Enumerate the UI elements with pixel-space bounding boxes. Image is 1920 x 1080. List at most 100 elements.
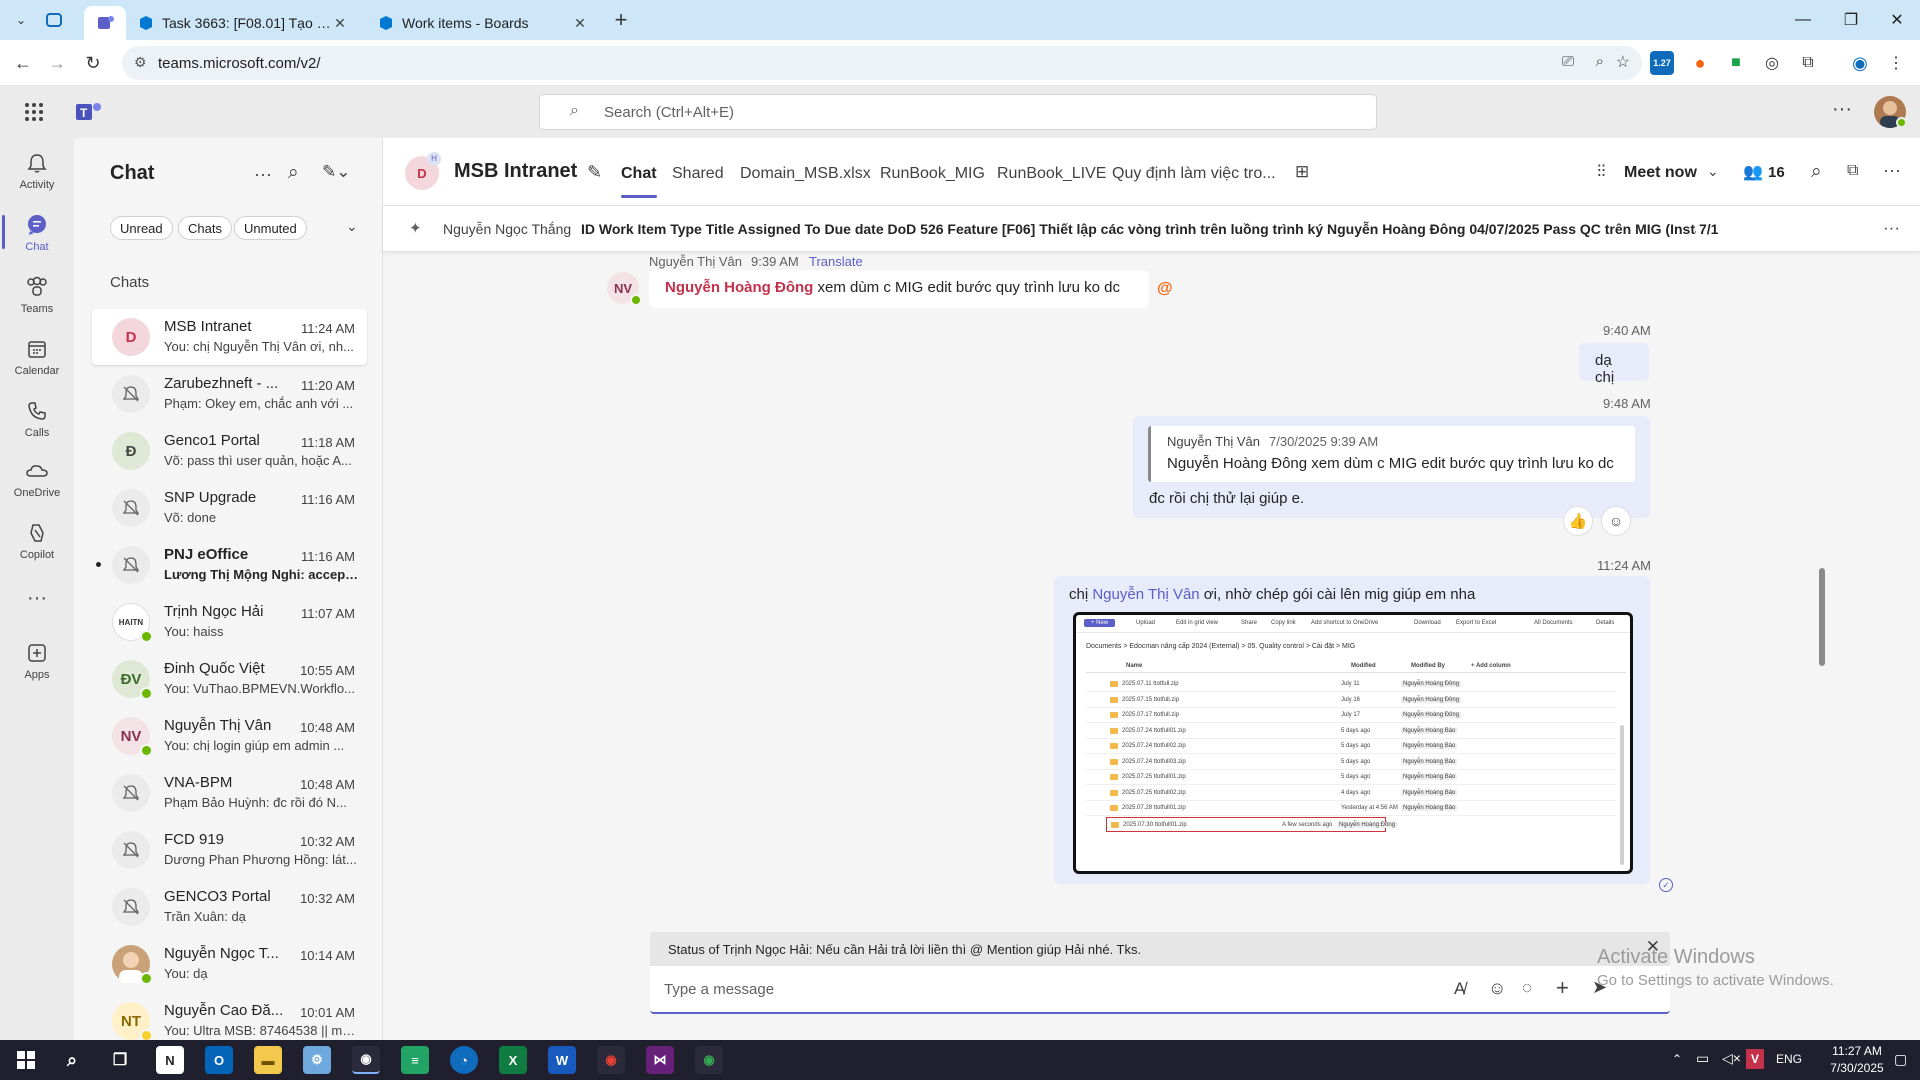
outlook-icon[interactable]: O [205,1046,233,1074]
task-view-icon[interactable]: ❐ [106,1046,134,1074]
chrome-icon[interactable]: ◉ [352,1046,380,1074]
zoom-icon[interactable]: ⌕ [1596,53,1604,70]
tab-chat[interactable]: Chat [621,165,657,198]
chat-list-item[interactable]: FCD 919 10:32 AM Dương Phan Phương Hồng: l… [92,822,367,878]
filter-chats[interactable]: Chats [178,216,232,240]
pinned-more-icon[interactable]: ··· [1883,218,1900,238]
clock-date[interactable]: 7/30/2025 [1822,1061,1892,1075]
tab-domain-msb[interactable]: Domain_MSB.xlsx [740,165,871,183]
pinned-message-bar[interactable]: ✦ Nguyễn Ngọc Thắng ID Work Item Type Ti… [383,206,1920,252]
install-app-icon[interactable]: ⎚ [1562,53,1574,70]
mention[interactable]: Nguyễn Thị Vân [1092,586,1199,603]
notepad-green-icon[interactable]: ≡ [401,1046,429,1074]
chat-list-item[interactable]: NV Nguyễn Thị Vân 10:48 AM You: chị login g… [92,708,367,764]
format-icon[interactable]: A̸ [1454,979,1465,999]
chat-list-item[interactable]: ĐV Đinh Quốc Việt 10:55 AM You: VuThao.BPME… [92,651,367,707]
windows-start-icon[interactable] [12,1046,40,1074]
header-more-icon[interactable]: ··· [1883,160,1901,181]
participants-icon[interactable]: 👥 [1743,162,1763,182]
rail-calendar[interactable]: Calendar [0,327,74,385]
rail-activity[interactable]: Activity [0,141,74,199]
attach-plus-icon[interactable]: + [1556,975,1569,1001]
tab-work-items[interactable]: Work items - Boards ✕ [368,6,598,40]
meet-waveform-icon[interactable]: ⫶⫶ [1597,162,1606,182]
back-arrow-icon[interactable]: ← [8,48,38,78]
clock-time[interactable]: 11:27 AM [1822,1044,1892,1058]
message-bubble[interactable]: Nguyễn Hoàng Đông xem dùm c MIG edit bướ… [649,270,1149,308]
browser-menu-icon[interactable]: ⋮ [1884,51,1908,75]
volume-icon[interactable]: ◁× [1722,1050,1741,1067]
message-bubble[interactable]: dạ chị [1579,343,1649,386]
new-tab-plus-icon[interactable]: + [606,5,636,35]
rail-onedrive[interactable]: OneDrive [0,449,74,507]
chat-list-item[interactable]: SNP Upgrade 11:16 AM Võ: done [92,480,367,536]
add-tab-icon[interactable]: ⊞ [1295,162,1309,182]
message-bubble[interactable]: Nguyễn Thị Vân 7/30/2025 9:39 AM Nguyễn … [1133,416,1650,518]
tab-shared[interactable]: Shared [672,165,724,183]
chat-list-item[interactable]: D MSB Intranet 11:24 AM You: chị Nguyễn Thị… [92,309,367,365]
mention[interactable]: Nguyễn Hoàng Đông [665,279,813,296]
quoted-message[interactable]: Nguyễn Thị Vân 7/30/2025 9:39 AM Nguyễn … [1148,426,1635,482]
filter-chevron-down-icon[interactable]: ⌄ [346,218,358,235]
chat-list-item[interactable]: HAITN Trịnh Ngọc Hải 11:07 AM You: haiss [92,594,367,650]
tab-task-3663[interactable]: Task 3663: [F08.01] Tạo danh sá ✕ [128,6,358,40]
conversation-search-icon[interactable]: ⌕ [1811,161,1822,183]
chat-more-icon[interactable]: ··· [254,164,272,185]
bookmark-star-icon[interactable]: ☆ [1616,52,1630,72]
add-reaction-icon[interactable]: ☺ [1601,506,1631,536]
tab-quy-dinh[interactable]: Quy định làm việc tro... [1112,165,1276,183]
tab-list-chevron-icon[interactable]: ⌄ [6,5,36,35]
message-bubble[interactable]: chị Nguyễn Thị Vân ơi, nhờ chép gói cài … [1054,576,1650,884]
reload-icon[interactable]: ↻ [78,48,108,78]
chrome-profile-icon[interactable]: ◉ [597,1046,625,1074]
restore-icon[interactable]: ❐ [1828,0,1874,40]
search-icon[interactable]: ⌕ [58,1046,86,1074]
chat-app-icon[interactable]: ◔ [450,1046,478,1074]
reaction-thumbs-up[interactable]: 👍 [1563,506,1593,536]
extension-badge-icon[interactable]: 1.27 [1650,51,1674,75]
chat-list-item[interactable]: PNJ eOffice 11:16 AM Lương Thị Mộng Nghi: … [92,537,367,593]
rail-teams[interactable]: Teams [0,265,74,323]
chrome-alt-icon[interactable]: ◉ [695,1046,723,1074]
word-icon[interactable]: W [548,1046,576,1074]
chat-list-item[interactable]: Đ Genco1 Portal 11:18 AM Võ: pass thì user … [92,423,367,479]
close-window-icon[interactable]: ✕ [1874,0,1920,40]
network-app-icon[interactable]: ⚙ [303,1046,331,1074]
tab-runbook-mig[interactable]: RunBook_MIG [880,165,985,183]
meet-chevron-down-icon[interactable]: ⌄ [1707,163,1719,180]
rail-apps[interactable]: Apps [0,631,74,689]
extensions-puzzle-icon[interactable]: ⧉ [1796,51,1820,75]
rail-calls[interactable]: Calls [0,389,74,447]
minimize-icon[interactable]: — [1780,0,1826,40]
notifications-icon[interactable]: ▢ [1894,1051,1907,1068]
rail-copilot[interactable]: Copilot [0,511,74,569]
notion-icon[interactable]: N [156,1046,184,1074]
url-input[interactable]: ⚙ teams.microsoft.com/v2/ ⎚ ⌕ ☆ [122,46,1642,80]
participants-count[interactable]: 16 [1768,164,1785,181]
chat-list-item[interactable]: GENCO3 Portal 10:32 AM Trần Xuân: dạ [92,879,367,935]
input-method-icon[interactable]: V [1746,1049,1764,1069]
chat-list-item[interactable]: Nguyễn Ngọc T... 10:14 AM You: dạ [92,936,367,992]
extension-circle-icon[interactable]: ◎ [1760,51,1784,75]
language-indicator[interactable]: ENG [1776,1052,1802,1066]
meet-now-button[interactable]: Meet now [1624,164,1697,182]
emoji-icon[interactable]: ☺ [1488,978,1506,999]
network-icon[interactable]: ▭ [1696,1050,1709,1067]
search-input[interactable]: ⌕ Search (Ctrl+Alt+E) [539,94,1377,130]
rail-chat[interactable]: Chat [0,203,74,261]
chat-list-item[interactable]: VNA-BPM 10:48 AM Phạm Bảo Huỳnh: đc rồi đó… [92,765,367,821]
message-input[interactable]: Type a message A̸ ☺ ◌ + ➤ [650,966,1670,1014]
attached-screenshot[interactable]: + New Upload Edit in grid view Share Cop… [1073,612,1633,874]
chat-list-item[interactable]: Zarubezhneft - ... 11:20 AM Phạm: Okey em,… [92,366,367,422]
loop-component-icon[interactable]: ◌ [1522,978,1532,998]
chat-search-icon[interactable]: ⌕ [288,162,299,184]
filter-unread[interactable]: Unread [110,216,173,240]
site-info-icon[interactable]: ⚙ [134,54,147,71]
tray-chevron-icon[interactable]: ⌃ [1672,1052,1682,1066]
conversation-scrollbar-thumb[interactable] [1819,568,1825,666]
workspace-icon[interactable] [44,10,64,30]
popout-icon[interactable]: ⧉ [1847,162,1858,180]
visual-studio-icon[interactable]: ⋈ [646,1046,674,1074]
translate-link[interactable]: Translate [809,254,863,269]
extension-green-icon[interactable]: ■ [1724,51,1748,75]
